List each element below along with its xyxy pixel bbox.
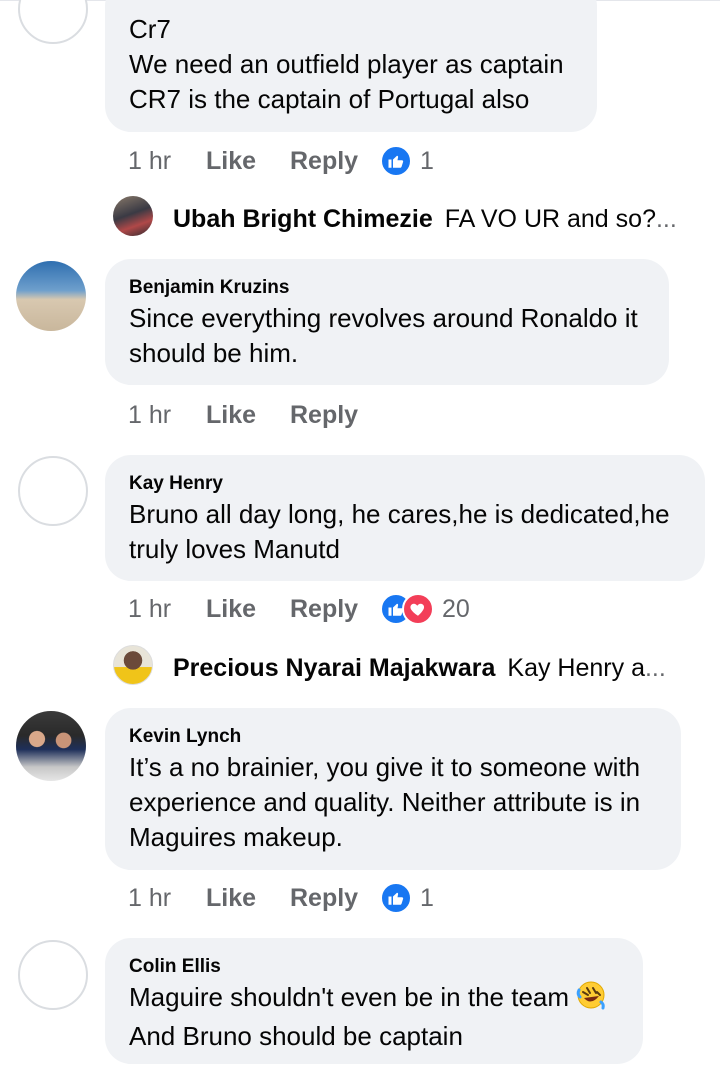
- avatar[interactable]: [18, 940, 88, 1010]
- like-button[interactable]: Like: [206, 401, 290, 430]
- reply-preview[interactable]: Precious Nyarai Majakwara Kay Henry a ..…: [153, 646, 693, 690]
- comment-author[interactable]: Benjamin Kruzins: [129, 277, 645, 299]
- avatar[interactable]: [16, 711, 86, 781]
- comment-text-line: Cr7: [129, 14, 171, 44]
- avatar[interactable]: [18, 456, 88, 526]
- reaction-count: 20: [442, 594, 470, 623]
- comment-text-line: Maguire shouldn't even be in the team: [129, 980, 619, 1019]
- comment-bubble: Colin Ellis Maguire shouldn't even be in…: [105, 938, 643, 1064]
- reply-snippet: FA VO UR and so?: [444, 204, 656, 233]
- heart-icon: [402, 593, 434, 625]
- reply-button[interactable]: Reply: [290, 884, 380, 913]
- comment-actions: 1 hr Like Reply 1: [128, 144, 434, 178]
- comment-author[interactable]: Colin Ellis: [129, 956, 619, 978]
- reply-ellipsis: ...: [644, 653, 666, 682]
- like-button[interactable]: Like: [206, 147, 290, 176]
- reply-author[interactable]: Precious Nyarai Majakwara: [173, 654, 495, 683]
- reply-ellipsis: ...: [655, 204, 677, 233]
- comment-timestamp[interactable]: 1 hr: [128, 884, 206, 913]
- comment-timestamp[interactable]: 1 hr: [128, 147, 206, 176]
- reply-button[interactable]: Reply: [290, 401, 380, 430]
- reply-snippet: Kay Henry a: [507, 653, 645, 682]
- reaction-count: 1: [420, 883, 434, 912]
- reply-author[interactable]: Ubah Bright Chimezie: [173, 205, 433, 234]
- comment-bubble: Benjamin Kruzins Since everything revolv…: [105, 259, 669, 385]
- rolling-on-floor-laughing-icon: [576, 980, 606, 1019]
- comment-bubble: Cr7 We need an outfield player as captai…: [105, 0, 597, 132]
- like-button[interactable]: Like: [206, 595, 290, 624]
- avatar[interactable]: [113, 196, 153, 236]
- reaction-count: 1: [420, 146, 434, 175]
- comment-actions: 1 hr Like Reply: [128, 398, 380, 432]
- comment-text-line: Maguires makeup.: [129, 822, 343, 852]
- reaction-summary[interactable]: 20: [380, 593, 470, 625]
- comment-text-line: It’s a no brainier, you give it to someo…: [129, 752, 641, 782]
- comment-author[interactable]: Kevin Lynch: [129, 726, 657, 748]
- comment-timestamp[interactable]: 1 hr: [128, 401, 206, 430]
- avatar[interactable]: [18, 0, 88, 44]
- reply-button[interactable]: Reply: [290, 595, 380, 624]
- reply-preview[interactable]: Ubah Bright Chimezie FA VO UR and so? ..…: [153, 197, 693, 241]
- comment-text-line: We need an outfield player as captain: [129, 49, 564, 79]
- comment-text-line: should be him.: [129, 338, 299, 368]
- comment-text-line: CR7 is the captain of Portugal also: [129, 84, 530, 114]
- thumbs-up-icon: [380, 145, 412, 177]
- comment-text-line: Bruno all day long, he cares,he is dedic…: [129, 499, 670, 529]
- comment-bubble: Kay Henry Bruno all day long, he cares,h…: [105, 455, 705, 581]
- comment-text-line: Since everything revolves around Ronaldo…: [129, 303, 638, 333]
- thumbs-up-icon: [380, 882, 412, 914]
- comment-bubble: Kevin Lynch It’s a no brainier, you give…: [105, 708, 681, 870]
- reaction-summary[interactable]: 1: [380, 882, 434, 914]
- comment-author[interactable]: Kay Henry: [129, 473, 681, 495]
- comment-actions: 1 hr Like Reply 20: [128, 592, 470, 626]
- reaction-summary[interactable]: 1: [380, 145, 434, 177]
- reply-button[interactable]: Reply: [290, 147, 380, 176]
- comment-text-line: experience and quality. Neither attribut…: [129, 787, 641, 817]
- avatar[interactable]: [113, 645, 153, 685]
- comment-text: Maguire shouldn't even be in the team: [129, 982, 570, 1012]
- avatar[interactable]: [16, 261, 86, 331]
- comment-actions: 1 hr Like Reply 1: [128, 881, 434, 915]
- comment-text-line: And Bruno should be captain: [129, 1021, 463, 1051]
- comment-text-line: truly loves Manutd: [129, 534, 340, 564]
- comment-timestamp[interactable]: 1 hr: [128, 595, 206, 624]
- like-button[interactable]: Like: [206, 884, 290, 913]
